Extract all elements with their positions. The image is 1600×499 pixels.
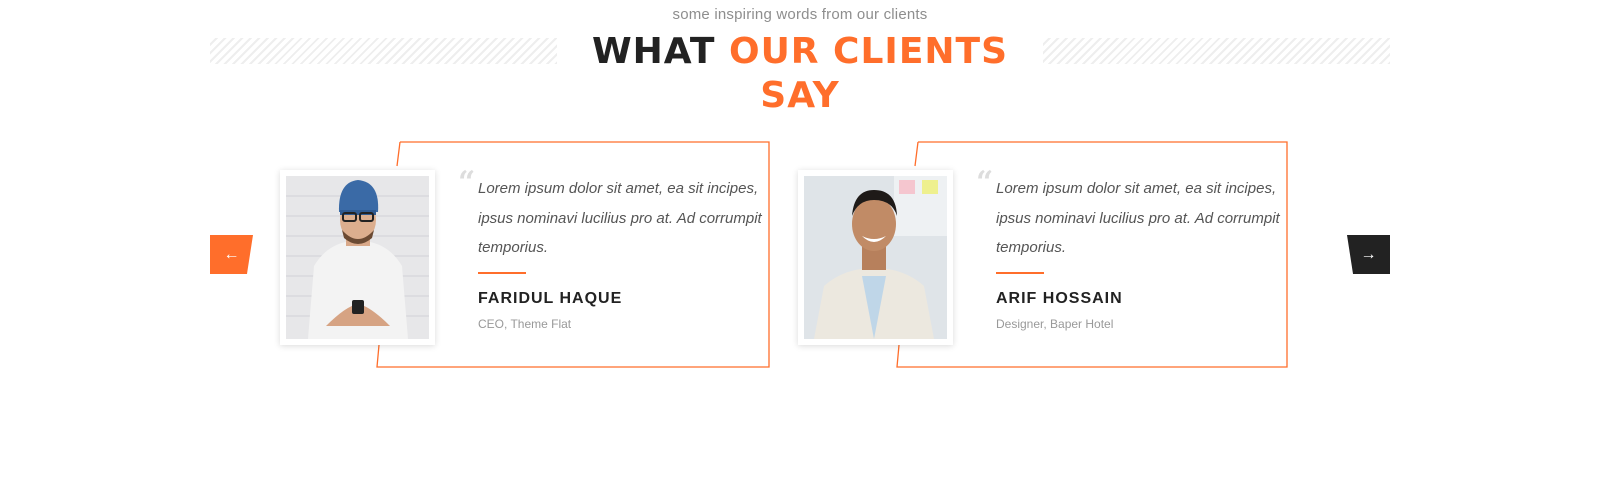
client-role: CEO, Theme Flat: [478, 317, 572, 331]
testimonial-card: “ Lorem ipsum dolor sit amet, ea sit inc…: [798, 140, 1298, 380]
arrow-right-icon: →: [1360, 245, 1377, 263]
title-decoration-left: [210, 38, 557, 64]
client-name: ARIF HOSSAIN: [996, 290, 1123, 307]
title-decoration-right: [1043, 38, 1390, 64]
quote-icon: “: [458, 165, 476, 200]
client-photo: [286, 176, 429, 339]
client-photo-frame: [798, 170, 953, 345]
title-part-dark: WHAT: [591, 31, 716, 72]
client-name: FARIDUL HAQUE: [478, 290, 623, 307]
section-title: WHAT OUR CLIENTS SAY: [557, 30, 1043, 118]
quote-icon: “: [976, 165, 994, 200]
testimonial-text: Lorem ipsum dolor sit amet, ea sit incip…: [996, 180, 1280, 256]
testimonial-card: “ Lorem ipsum dolor sit amet, ea sit inc…: [280, 140, 780, 380]
client-photo: [804, 176, 947, 339]
carousel-prev-button[interactable]: ←: [210, 235, 253, 274]
title-part-accent: OUR CLIENTS SAY: [728, 31, 1009, 116]
client-photo-frame: [280, 170, 435, 345]
divider: [478, 272, 526, 274]
divider: [996, 272, 1044, 274]
client-role: Designer, Baper Hotel: [996, 317, 1114, 331]
carousel-next-button[interactable]: →: [1347, 235, 1390, 274]
section-subtitle: some inspiring words from our clients: [672, 6, 928, 23]
arrow-left-icon: ←: [223, 245, 240, 263]
testimonial-text: Lorem ipsum dolor sit amet, ea sit incip…: [478, 180, 762, 256]
